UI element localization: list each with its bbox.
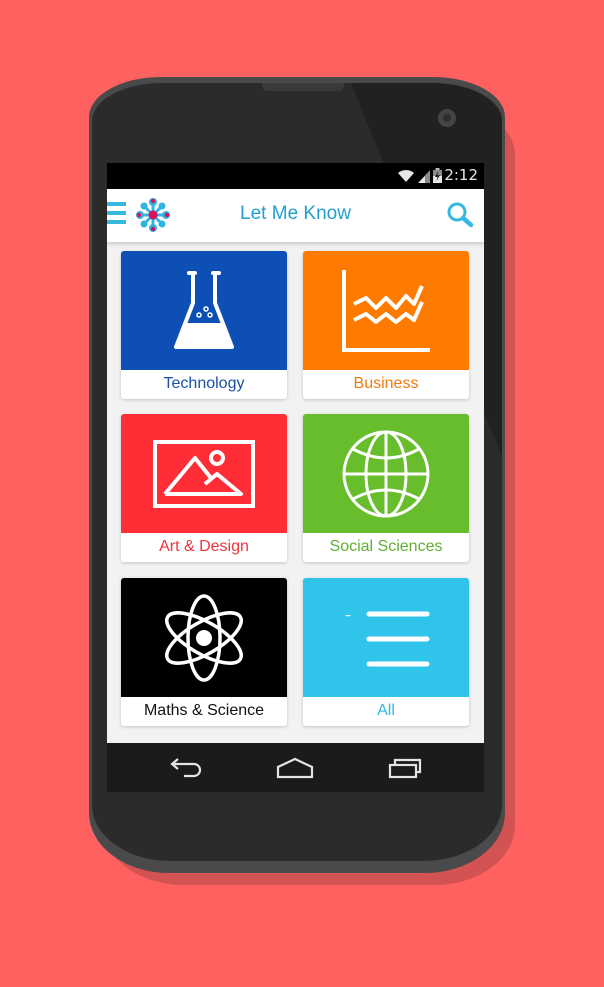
app-title: Let Me Know [240, 203, 351, 224]
category-tile-maths-science[interactable]: Maths & Science [121, 578, 287, 726]
line-chart-icon [342, 269, 430, 352]
category-label: All [377, 702, 395, 719]
category-label: Art & Design [159, 538, 249, 555]
search-icon[interactable] [446, 201, 474, 229]
front-camera [438, 109, 456, 127]
category-label: Maths & Science [143, 702, 265, 719]
status-time: 2:12 [444, 166, 478, 184]
home-icon [276, 757, 314, 779]
recent-apps-icon [388, 758, 422, 779]
status-bar: 2:12 [107, 163, 484, 189]
category-label: Business [353, 375, 419, 392]
category-label: Social Sciences [329, 538, 443, 555]
screen: 2:12 Let Me Know Technology Business Art… [107, 163, 484, 792]
wifi-icon [398, 169, 414, 182]
flask-icon [174, 270, 234, 349]
battery-charging-icon [433, 168, 442, 183]
list-icon [345, 611, 430, 666]
globe-icon [342, 430, 430, 517]
category-label: Technology [163, 375, 245, 392]
image-icon [153, 439, 255, 508]
category-tile-business[interactable]: Business [303, 251, 469, 399]
home-button[interactable] [275, 753, 315, 783]
app-bar: Let Me Know [107, 189, 484, 242]
navigation-bar [107, 743, 484, 792]
recent-apps-button[interactable] [385, 753, 425, 783]
category-tile-technology[interactable]: Technology [121, 251, 287, 399]
category-tile-all[interactable]: All [303, 578, 469, 726]
back-button[interactable] [167, 753, 207, 783]
category-tile-social-sciences[interactable]: Social Sciences [303, 414, 469, 562]
signal-icon [418, 170, 430, 183]
atom-icon [165, 593, 243, 682]
speaker-grille [262, 83, 344, 91]
back-icon [170, 758, 202, 778]
category-tile-art-design[interactable]: Art & Design [121, 414, 287, 562]
